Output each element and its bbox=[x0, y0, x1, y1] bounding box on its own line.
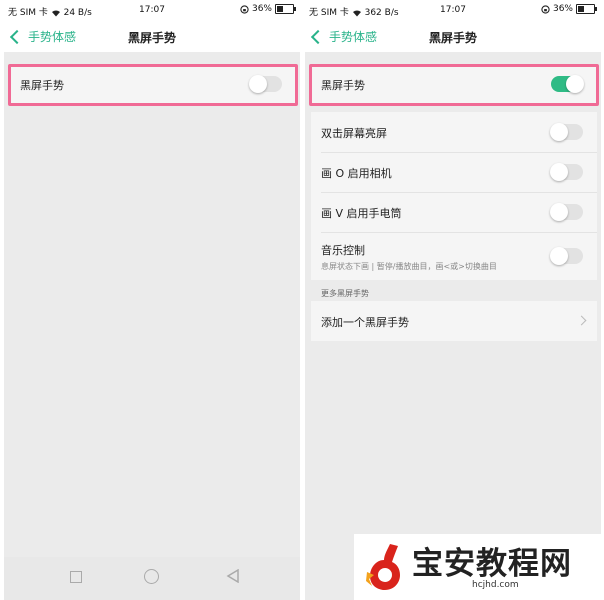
option-label: 画 O 启用相机 bbox=[321, 167, 392, 180]
battery-percent: 36% bbox=[251, 4, 272, 14]
nav-bar: 手势体感 黑屏手势 bbox=[305, 22, 601, 52]
page-title: 黑屏手势 bbox=[428, 31, 477, 45]
home-button[interactable] bbox=[144, 569, 159, 584]
option-toggle[interactable] bbox=[550, 163, 583, 181]
section-header: 更多黑屏手势 bbox=[321, 289, 369, 298]
rotation-lock-icon bbox=[541, 4, 550, 14]
option-row[interactable]: 画 V 启用手电筒 bbox=[311, 192, 597, 232]
option-description: 息屏状态下画 | 暂停/播放曲目，画<或>切换曲目 bbox=[321, 262, 497, 271]
nav-bar: 手势体感 黑屏手势 bbox=[4, 22, 300, 52]
add-gesture-label: 添加一个黑屏手势 bbox=[321, 316, 409, 329]
option-row[interactable]: 双击屏幕亮屏 bbox=[311, 112, 597, 152]
option-row[interactable]: 画 O 启用相机 bbox=[311, 152, 597, 192]
status-bar: 无 SIM 卡 24 B/s 17:07 36% bbox=[4, 0, 300, 22]
left-phone-screen: 无 SIM 卡 24 B/s 17:07 36% 手势体感 黑屏手势 黑屏手势 bbox=[4, 0, 300, 600]
add-gesture-card: 添加一个黑屏手势 bbox=[311, 301, 597, 341]
recents-button[interactable] bbox=[70, 571, 82, 583]
highlight-box bbox=[8, 64, 298, 106]
option-row[interactable]: 音乐控制 息屏状态下画 | 暂停/播放曲目，画<或>切换曲目 bbox=[311, 232, 597, 280]
option-label: 双击屏幕亮屏 bbox=[321, 127, 387, 140]
status-bar: 无 SIM 卡 362 B/s 17:07 36% bbox=[305, 0, 601, 22]
rotation-lock-icon bbox=[240, 4, 249, 14]
right-phone-screen: 无 SIM 卡 362 B/s 17:07 36% 手势体感 黑屏手势 黑屏手势… bbox=[305, 0, 601, 600]
battery-icon bbox=[576, 4, 597, 14]
watermark: 宝安教程网 hcjhd.com bbox=[354, 534, 604, 600]
watermark-url: hcjhd.com bbox=[472, 580, 519, 590]
system-nav-bar bbox=[4, 557, 300, 600]
option-toggle[interactable] bbox=[550, 247, 583, 265]
chevron-right-icon bbox=[576, 315, 587, 326]
option-toggle[interactable] bbox=[550, 203, 583, 221]
option-toggle[interactable] bbox=[550, 123, 583, 141]
gesture-options-card: 双击屏幕亮屏 画 O 启用相机 画 V 启用手电筒 音乐控制 息屏状态下画 | … bbox=[311, 112, 597, 280]
site-logo-icon bbox=[366, 544, 400, 590]
option-label: 音乐控制 bbox=[321, 244, 365, 257]
back-triangle-icon[interactable] bbox=[226, 569, 240, 583]
option-label: 画 V 启用手电筒 bbox=[321, 207, 402, 220]
add-gesture-row[interactable]: 添加一个黑屏手势 bbox=[311, 301, 597, 341]
page-title: 黑屏手势 bbox=[127, 31, 176, 45]
highlight-box bbox=[309, 64, 599, 106]
battery-icon bbox=[275, 4, 296, 14]
battery-percent: 36% bbox=[552, 4, 573, 14]
watermark-title: 宝安教程网 bbox=[412, 546, 572, 582]
